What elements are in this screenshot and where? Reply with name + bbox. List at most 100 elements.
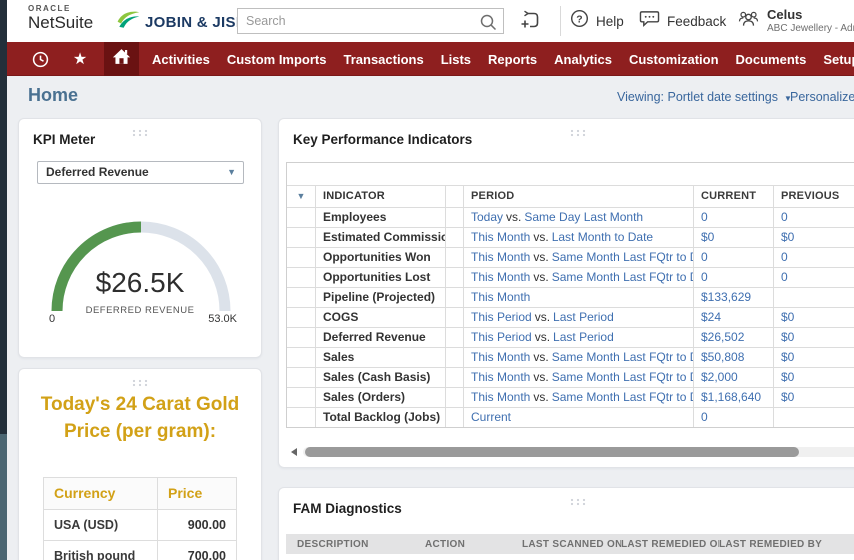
personalize-link[interactable]: Personalize xyxy=(790,90,854,104)
table-row: COGS This Period vs. Last Period $24 $0 xyxy=(287,307,854,327)
global-search xyxy=(237,8,504,34)
period-link[interactable]: Current xyxy=(471,410,511,424)
kpi-previous-value[interactable]: $0 xyxy=(781,390,794,404)
nav-item-activities[interactable]: Activities xyxy=(152,52,210,67)
kpi-current-value[interactable]: $26,502 xyxy=(701,330,744,344)
period-link[interactable]: Same Day Last Month xyxy=(524,210,643,224)
kpi-previous-value[interactable]: $0 xyxy=(781,350,794,364)
kpi-indicator: Deferred Revenue xyxy=(315,328,445,347)
kpi-current-value[interactable]: $24 xyxy=(701,310,721,324)
nav-item-reports[interactable]: Reports xyxy=(488,52,537,67)
drag-handle-icon[interactable] xyxy=(131,124,149,142)
kpi-previous-value[interactable]: 0 xyxy=(781,210,788,224)
nav-item-custom-imports[interactable]: Custom Imports xyxy=(227,52,327,67)
feedback-button[interactable]: Feedback xyxy=(639,0,726,42)
kpi-meter-portlet: KPI Meter Deferred Revenue ▼ $26.5K DEFE… xyxy=(18,118,262,358)
gold-price-title: Today's 24 Carat Gold Price (per gram): xyxy=(40,394,240,442)
nav-item-lists[interactable]: Lists xyxy=(441,52,471,67)
fam-col-last-scanned: LAST SCANNED ON xyxy=(522,538,621,550)
search-icon[interactable] xyxy=(479,13,497,36)
kpi-current-value[interactable]: 0 xyxy=(701,210,708,224)
period-link[interactable]: This Month xyxy=(471,390,530,404)
kpi-table-header: ▼ INDICATOR PERIOD CURRENT PREVIOUS xyxy=(287,185,854,207)
kpi-meter-select[interactable]: Deferred Revenue ▼ xyxy=(37,161,244,184)
shortcuts-star-icon[interactable]: ★ xyxy=(65,42,95,76)
period-link[interactable]: Same Month Last FQtr to Date xyxy=(552,390,693,404)
kpi-current-value[interactable]: $1,168,640 xyxy=(701,390,761,404)
period-link[interactable]: This Month xyxy=(471,250,530,264)
home-icon xyxy=(111,47,132,71)
period-link[interactable]: Same Month Last FQtr to Date xyxy=(552,250,693,264)
kpi-previous-value[interactable]: $0 xyxy=(781,370,794,384)
netsuite-logo[interactable]: ORACLE NetSuite xyxy=(28,5,93,32)
col-current: CURRENT xyxy=(693,186,773,207)
period-link[interactable]: This Period xyxy=(471,330,532,344)
recent-records-icon[interactable] xyxy=(25,42,55,76)
kpi-header-menu-icon[interactable]: ▼ xyxy=(296,191,305,201)
kpi-indicator: Opportunities Won xyxy=(315,248,445,267)
kpi-meter-title[interactable]: KPI Meter xyxy=(33,132,95,147)
vs-label: vs. xyxy=(506,210,522,224)
period-link[interactable]: This Month xyxy=(471,290,530,304)
home-tab[interactable] xyxy=(104,42,139,76)
table-row: Sales This Month vs. Same Month Last FQtr … xyxy=(287,347,854,367)
period-link[interactable]: This Month xyxy=(471,230,530,244)
kpi-current-value[interactable]: $133,629 xyxy=(701,290,751,304)
kpi-previous-value[interactable]: 0 xyxy=(781,250,788,264)
period-link[interactable]: This Month xyxy=(471,350,530,364)
table-row: USA (USD) 900.00 xyxy=(44,509,236,540)
drag-handle-icon[interactable] xyxy=(569,124,587,142)
left-scrollbar-track[interactable] xyxy=(0,0,7,560)
period-link[interactable]: Same Month Last FQtr to Date xyxy=(552,270,693,284)
portlet-date-settings-link[interactable]: Viewing: Portlet date settings ▼ xyxy=(617,90,792,104)
period-link[interactable]: This Month xyxy=(471,370,530,384)
kpi-current-value[interactable]: $0 xyxy=(701,230,714,244)
help-icon: ? xyxy=(570,9,589,33)
period-link[interactable]: Today xyxy=(471,210,503,224)
kpi-indicator: Pipeline (Projected) xyxy=(315,288,445,307)
quick-add-icon[interactable] xyxy=(520,10,541,36)
kpi-previous-value[interactable]: $0 xyxy=(781,230,794,244)
nav-item-transactions[interactable]: Transactions xyxy=(343,52,423,67)
drag-handle-icon[interactable] xyxy=(131,374,149,392)
gauge-min: 0 xyxy=(49,313,56,325)
kpi-current-value[interactable]: $50,808 xyxy=(701,350,744,364)
kpi-current-value[interactable]: $2,000 xyxy=(701,370,738,384)
period-link[interactable]: This Month xyxy=(471,270,530,284)
kpi-portlet-title[interactable]: Key Performance Indicators xyxy=(293,132,472,147)
kpi-current-value[interactable]: 0 xyxy=(701,250,708,264)
search-input[interactable] xyxy=(238,9,503,33)
star-glyph: ★ xyxy=(72,51,88,68)
left-scrollbar-thumb[interactable] xyxy=(0,434,7,560)
nav-item-setup[interactable]: Setup xyxy=(823,52,854,67)
nav-item-documents[interactable]: Documents xyxy=(736,52,807,67)
kpi-previous-value[interactable]: 0 xyxy=(781,270,788,284)
kpi-table-toolbar-space xyxy=(287,163,854,185)
period-link[interactable]: Last Period xyxy=(553,310,614,324)
nav-menu: Activities Custom Imports Transactions L… xyxy=(152,42,854,76)
period-link[interactable]: This Period xyxy=(471,310,532,324)
nav-item-customization[interactable]: Customization xyxy=(629,52,719,67)
gold-price-table: Currency Price USA (USD) 900.00 British … xyxy=(43,477,237,560)
nav-item-analytics[interactable]: Analytics xyxy=(554,52,612,67)
kpi-current-value[interactable]: 0 xyxy=(701,410,708,424)
scroll-left-arrow-icon[interactable] xyxy=(291,448,297,456)
vs-label: vs. xyxy=(534,310,551,324)
kpi-current-value[interactable]: 0 xyxy=(701,270,708,284)
fam-col-last-remedied-on: LAST REMEDIED ON xyxy=(621,538,719,550)
period-link[interactable]: Same Month Last FQtr to Date xyxy=(552,350,693,364)
scrollbar-thumb[interactable] xyxy=(305,447,799,457)
drag-handle-icon[interactable] xyxy=(569,493,587,511)
col-indicator: INDICATOR xyxy=(315,186,445,207)
period-link[interactable]: Last Month to Date xyxy=(552,230,653,244)
user-role-menu[interactable]: Celus ABC Jewellery - Administrator xyxy=(737,0,854,42)
kpi-indicator: Estimated Commission xyxy=(315,228,445,247)
kpi-previous-value[interactable]: $0 xyxy=(781,310,794,324)
fam-title[interactable]: FAM Diagnostics xyxy=(293,501,402,516)
kpi-previous-value[interactable]: $0 xyxy=(781,330,794,344)
help-button[interactable]: ? Help xyxy=(570,0,624,42)
kpi-indicator: Total Backlog (Jobs) xyxy=(315,408,445,427)
vs-label: vs. xyxy=(534,330,551,344)
period-link[interactable]: Last Period xyxy=(553,330,614,344)
period-link[interactable]: Same Month Last FQtr to Date xyxy=(552,370,693,384)
